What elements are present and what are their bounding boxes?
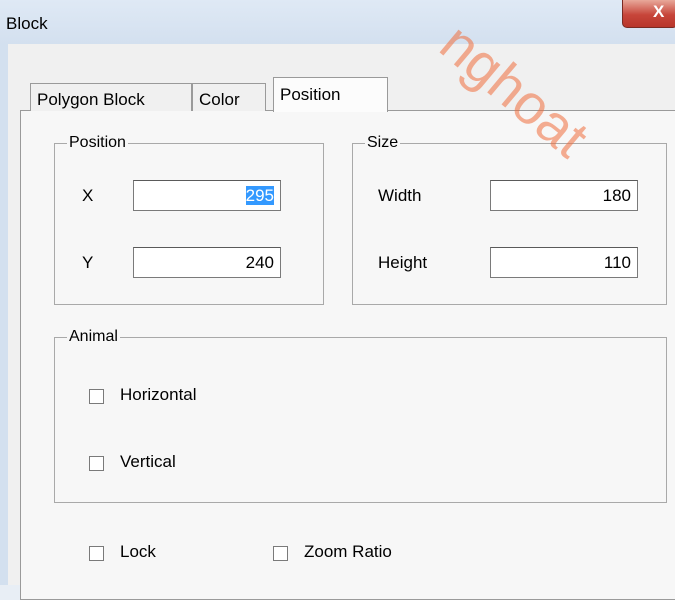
- y-value: 240: [245, 253, 274, 272]
- title-bar: Block X: [0, 0, 675, 44]
- close-icon: X: [653, 2, 665, 21]
- horizontal-label[interactable]: Horizontal: [120, 385, 197, 405]
- y-input[interactable]: 240: [133, 247, 281, 278]
- tab-color[interactable]: Color: [192, 83, 266, 111]
- lock-label[interactable]: Lock: [120, 542, 156, 562]
- tab-label: Color: [199, 90, 240, 109]
- animal-group: Animal: [54, 328, 667, 503]
- horizontal-checkbox[interactable]: [89, 389, 104, 404]
- zoom-ratio-checkbox[interactable]: [273, 546, 288, 561]
- zoom-ratio-label[interactable]: Zoom Ratio: [304, 542, 392, 562]
- y-label: Y: [82, 253, 94, 272]
- x-value: 295: [245, 186, 274, 205]
- x-input[interactable]: 295: [133, 180, 281, 211]
- tab-label: Polygon Block: [37, 90, 145, 109]
- window-title: Block: [6, 14, 48, 33]
- width-label: Width: [378, 186, 422, 205]
- vertical-checkbox[interactable]: [89, 456, 104, 471]
- height-input[interactable]: 110: [490, 247, 638, 278]
- size-group-legend: Size: [367, 134, 399, 151]
- lock-checkbox[interactable]: [89, 546, 104, 561]
- width-input[interactable]: 180: [490, 180, 638, 211]
- vertical-label[interactable]: Vertical: [120, 452, 176, 472]
- close-button[interactable]: X: [622, 0, 675, 28]
- tab-polygon-block[interactable]: Polygon Block: [30, 83, 192, 111]
- x-label: X: [82, 186, 94, 205]
- width-value: 180: [602, 186, 631, 205]
- size-group: Size: [352, 134, 667, 305]
- tab-position[interactable]: Position: [273, 77, 388, 112]
- height-value: 110: [603, 253, 631, 272]
- position-group: Position: [54, 134, 324, 305]
- height-label: Height: [378, 253, 428, 272]
- tab-label: Position: [280, 85, 341, 104]
- animal-group-legend: Animal: [69, 328, 118, 345]
- position-group-legend: Position: [69, 134, 126, 151]
